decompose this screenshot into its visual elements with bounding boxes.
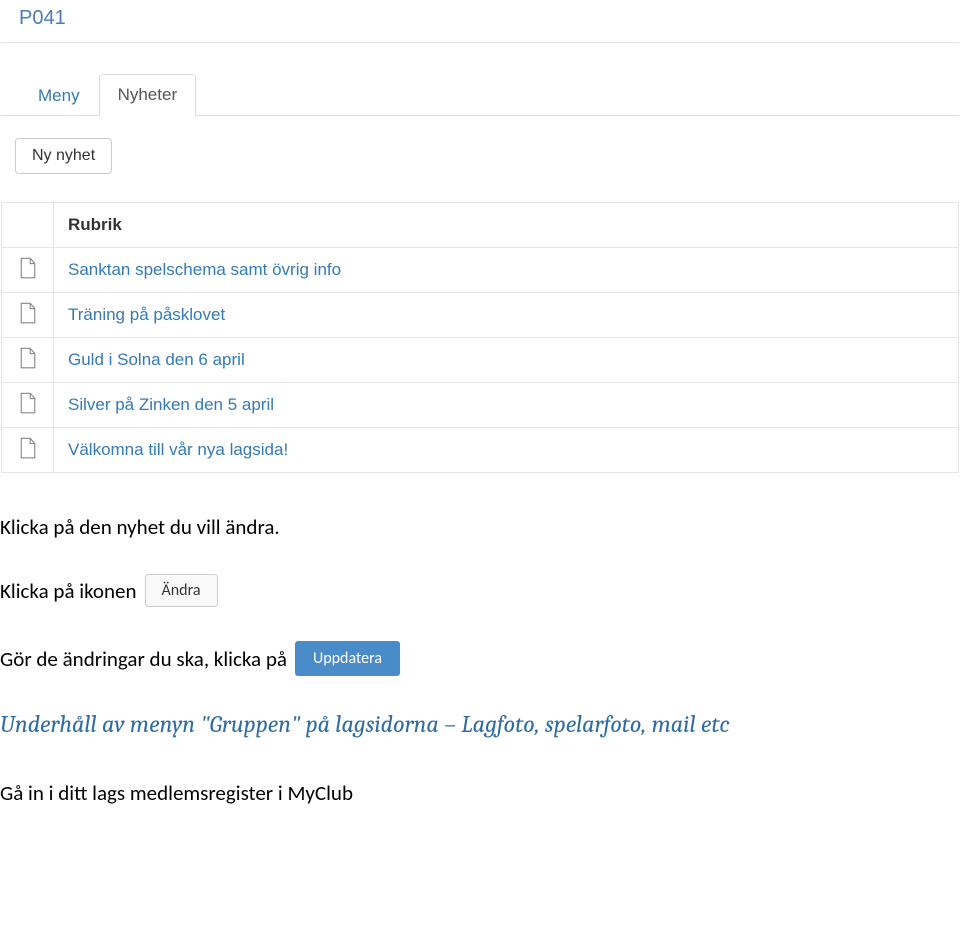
file-icon-cell: [2, 338, 54, 383]
tab-nyheter[interactable]: Nyheter: [99, 74, 197, 116]
instruction-line-1: Klicka på den nyhet du vill ändra.: [0, 514, 960, 540]
news-link-cell[interactable]: Guld i Solna den 6 april: [54, 338, 959, 383]
instruction-text: Gör de ändringar du ska, klicka på: [0, 646, 287, 672]
table-row[interactable]: Sanktan spelschema samt övrig info: [2, 248, 959, 293]
table-row[interactable]: Välkomna till vår nya lagsida!: [2, 428, 959, 473]
instruction-line-2: Klicka på ikonen Ändra: [0, 574, 960, 607]
news-link-cell[interactable]: Träning på påsklovet: [54, 293, 959, 338]
admin-screenshot: P041 Meny Nyheter Ny nyhet Rubrik Sankta…: [0, 0, 960, 474]
tab-meny[interactable]: Meny: [19, 75, 99, 116]
news-link[interactable]: Guld i Solna den 6 april: [68, 350, 245, 369]
news-link-cell[interactable]: Silver på Zinken den 5 april: [54, 383, 959, 428]
tab-row-wrapper: Meny Nyheter: [1, 73, 959, 116]
news-link[interactable]: Silver på Zinken den 5 april: [68, 395, 274, 414]
file-icon-cell: [2, 383, 54, 428]
instructions-section: Klicka på den nyhet du vill ändra. Klick…: [0, 474, 960, 806]
news-link-cell[interactable]: Sanktan spelschema samt övrig info: [54, 248, 959, 293]
file-icon-cell: [2, 248, 54, 293]
table-row[interactable]: Guld i Solna den 6 april: [2, 338, 959, 383]
instruction-text: Klicka på ikonen: [0, 578, 137, 604]
file-icon-cell: [2, 428, 54, 473]
table-row[interactable]: Silver på Zinken den 5 april: [2, 383, 959, 428]
file-icon: [19, 354, 37, 373]
file-icon: [19, 444, 37, 463]
news-link[interactable]: Sanktan spelschema samt övrig info: [68, 260, 341, 279]
new-news-button[interactable]: Ny nyhet: [15, 138, 112, 174]
news-link[interactable]: Välkomna till vår nya lagsida!: [68, 440, 288, 459]
file-icon: [19, 309, 37, 328]
instruction-text: Klicka på den nyhet du vill ändra.: [0, 514, 280, 540]
section-heading: Underhåll av menyn "Gruppen" på lagsidor…: [0, 710, 960, 738]
file-icon: [19, 399, 37, 418]
instruction-line-3: Gör de ändringar du ska, klicka på Uppda…: [0, 641, 960, 676]
page-title: P041: [1, 1, 959, 43]
table-header-row: Rubrik: [2, 203, 959, 248]
news-link[interactable]: Träning på påsklovet: [68, 305, 225, 324]
table-row[interactable]: Träning på påsklovet: [2, 293, 959, 338]
andra-button[interactable]: Ändra: [145, 574, 218, 607]
file-icon-cell: [2, 293, 54, 338]
table-header-icon: [2, 203, 54, 248]
tabs: Meny Nyheter: [19, 73, 959, 115]
file-icon: [19, 264, 37, 283]
instruction-line-4: Gå in i ditt lags medlemsregister i MyCl…: [0, 780, 960, 806]
uppdatera-button[interactable]: Uppdatera: [295, 641, 400, 676]
table-header-rubrik: Rubrik: [54, 203, 959, 248]
news-table: Rubrik Sanktan spelschema samt övrig inf…: [1, 202, 959, 473]
news-link-cell[interactable]: Välkomna till vår nya lagsida!: [54, 428, 959, 473]
